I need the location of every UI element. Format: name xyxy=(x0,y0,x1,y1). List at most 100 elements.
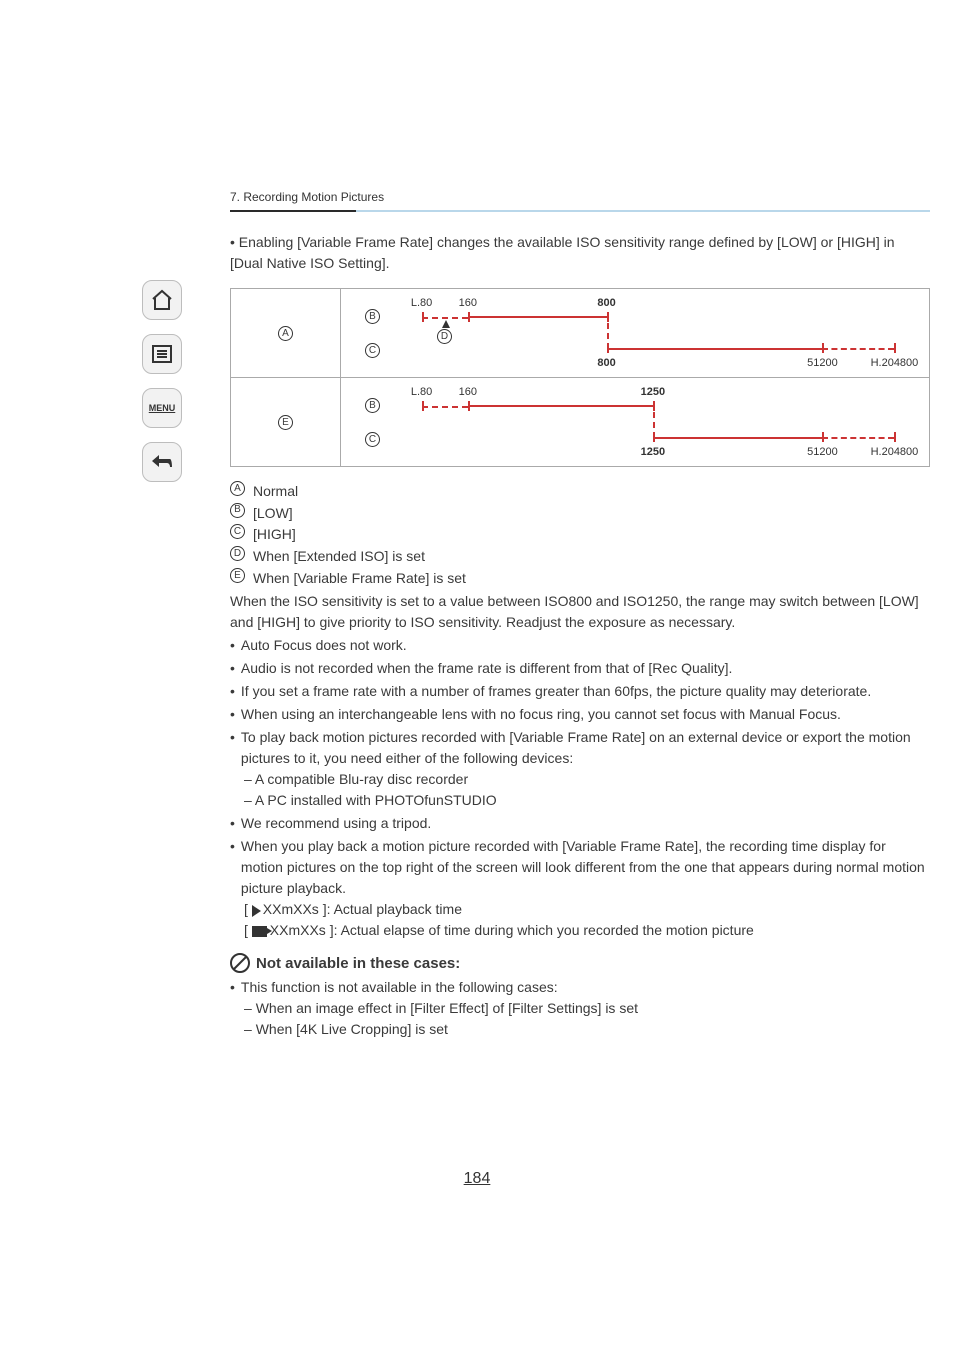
nav-toc-button[interactable] xyxy=(142,334,182,374)
time-code: XXmXXs xyxy=(270,922,326,938)
play-icon xyxy=(252,905,261,917)
d-arrow-icon xyxy=(442,320,450,328)
circled-a: A xyxy=(230,481,245,496)
nav-back-button[interactable] xyxy=(142,442,182,482)
tick-51200: 51200 xyxy=(807,357,838,369)
circled-c: C xyxy=(365,343,380,358)
iso-diagram: A B L.80 160 800 D xyxy=(230,288,930,467)
legend-row: C[HIGH] xyxy=(230,524,930,546)
sub-text: A compatible Blu-ray disc recorder xyxy=(255,771,468,787)
time-code: XXmXXs xyxy=(263,901,319,917)
playback-time-line: [ XXmXXs ]: Actual playback time xyxy=(230,899,930,920)
bullet-text: When you play back a motion picture reco… xyxy=(241,836,930,899)
back-icon xyxy=(150,450,174,474)
list-item: •When you play back a motion picture rec… xyxy=(230,836,930,899)
legend-note: When the ISO sensitivity is set to a val… xyxy=(230,591,930,633)
diagram-chart-vfr: B L.80 160 1250 C xyxy=(341,378,929,466)
na-body: •This function is not available in the f… xyxy=(230,977,930,1040)
circled-e: E xyxy=(230,568,245,583)
legend-text: Normal xyxy=(253,481,298,503)
list-item: •To play back motion pictures recorded w… xyxy=(230,727,930,769)
bullet-text: If you set a frame rate with a number of… xyxy=(241,681,871,702)
scale-b1: L.80 160 800 D xyxy=(401,301,915,331)
solid-low xyxy=(468,316,607,318)
section-breadcrumb: 7. Recording Motion Pictures xyxy=(230,190,930,210)
diagram-row-normal: A B L.80 160 800 D xyxy=(231,289,929,377)
diagram-chart-normal: B L.80 160 800 D xyxy=(341,289,929,377)
list-item: •This function is not available in the f… xyxy=(230,977,930,998)
legend-text: When [Variable Frame Rate] is set xyxy=(253,568,466,590)
iso-row-b: B L.80 160 800 D xyxy=(401,299,915,333)
sub-text: When an image effect in [Filter Effect] … xyxy=(256,1000,638,1016)
intro-text: • Enabling [Variable Frame Rate] changes… xyxy=(230,232,930,274)
side-nav: MENU xyxy=(140,280,184,482)
sub-item: – When an image effect in [Filter Effect… xyxy=(230,998,930,1019)
circled-b: B xyxy=(230,503,245,518)
time-desc: ]: Actual elapse of time during which yo… xyxy=(330,922,754,938)
na-lead: This function is not available in the fo… xyxy=(241,977,558,998)
bullet-text: When using an interchangeable lens with … xyxy=(241,704,841,725)
nav-home-button[interactable] xyxy=(142,280,182,320)
legend-row: E When [Variable Frame Rate] is set xyxy=(230,568,930,590)
iso-row-b2: B L.80 160 1250 xyxy=(401,388,915,422)
circled-d: D xyxy=(230,546,245,561)
bullet-text: To play back motion pictures recorded wi… xyxy=(241,727,930,769)
menu-icon-text: MENU xyxy=(149,403,176,413)
legend-text: When [Extended ISO] is set xyxy=(253,546,425,568)
tick-h204800: H.204800 xyxy=(871,357,919,369)
page-number[interactable]: 184 xyxy=(0,1170,954,1188)
scale-c1: 800 51200 H.204800 xyxy=(401,335,915,365)
page-content: 7. Recording Motion Pictures • Enabling … xyxy=(230,190,930,1040)
circled-e: E xyxy=(278,415,293,430)
dash-ext-low xyxy=(422,406,468,408)
sub-item: – A compatible Blu-ray disc recorder xyxy=(230,769,930,790)
tick-l80: L.80 xyxy=(411,297,432,309)
list-item: •Auto Focus does not work. xyxy=(230,635,930,656)
tick-h204800: H.204800 xyxy=(871,446,919,458)
diagram-row-label: E xyxy=(231,378,341,466)
bullet-text: We recommend using a tripod. xyxy=(241,813,431,834)
tick-800-top: 800 xyxy=(597,297,615,309)
circled-c: C xyxy=(365,432,380,447)
bullet-list: •Auto Focus does not work. •Audio is not… xyxy=(230,635,930,941)
record-time-line: [ XXmXXs ]: Actual elapse of time during… xyxy=(230,920,930,941)
toc-icon xyxy=(150,342,174,366)
bullet-text: Audio is not recorded when the frame rat… xyxy=(241,658,733,679)
not-available-icon xyxy=(230,953,250,973)
tick-51200: 51200 xyxy=(807,446,838,458)
camera-icon xyxy=(252,926,267,937)
sub-item: – When [4K Live Cropping] is set xyxy=(230,1019,930,1040)
tick-1250-bottom: 1250 xyxy=(641,446,665,458)
dash-ext-high xyxy=(822,348,894,350)
list-item: •We recommend using a tripod. xyxy=(230,813,930,834)
solid-high xyxy=(607,348,823,350)
diagram-row-label: A xyxy=(231,289,341,377)
list-item: •Audio is not recorded when the frame ra… xyxy=(230,658,930,679)
scale-c2: 1250 51200 H.204800 xyxy=(401,424,915,454)
scale-b2: L.80 160 1250 xyxy=(401,390,915,420)
legend-row: D When [Extended ISO] is set xyxy=(230,546,930,568)
nav-menu-button[interactable]: MENU xyxy=(142,388,182,428)
circled-c: C xyxy=(230,524,245,539)
circled-b: B xyxy=(365,309,380,324)
tick-800-bottom: 800 xyxy=(597,357,615,369)
dash-ext-low xyxy=(422,317,468,319)
sub-text: When [4K Live Cropping] is set xyxy=(256,1021,448,1037)
time-desc: ]: Actual playback time xyxy=(323,901,462,917)
solid-low xyxy=(468,405,653,407)
tick-mark xyxy=(894,343,896,353)
sub-item: – A PC installed with PHOTOfunSTUDIO xyxy=(230,790,930,811)
list-item: •When using an interchangeable lens with… xyxy=(230,704,930,725)
na-title-text: Not available in these cases: xyxy=(256,955,460,972)
tick-mark xyxy=(894,432,896,442)
tick-1250-top: 1250 xyxy=(641,386,665,398)
tick-160: 160 xyxy=(459,386,477,398)
dash-ext-high xyxy=(822,437,894,439)
tick-l80: L.80 xyxy=(411,386,432,398)
iso-row-c2: C 1250 51200 H.204800 xyxy=(401,422,915,456)
not-available-heading: Not available in these cases: xyxy=(230,953,930,973)
legend-row: A Normal xyxy=(230,481,930,503)
sub-text: A PC installed with PHOTOfunSTUDIO xyxy=(255,792,497,808)
solid-high xyxy=(653,437,823,439)
bullet-text: Auto Focus does not work. xyxy=(241,635,407,656)
